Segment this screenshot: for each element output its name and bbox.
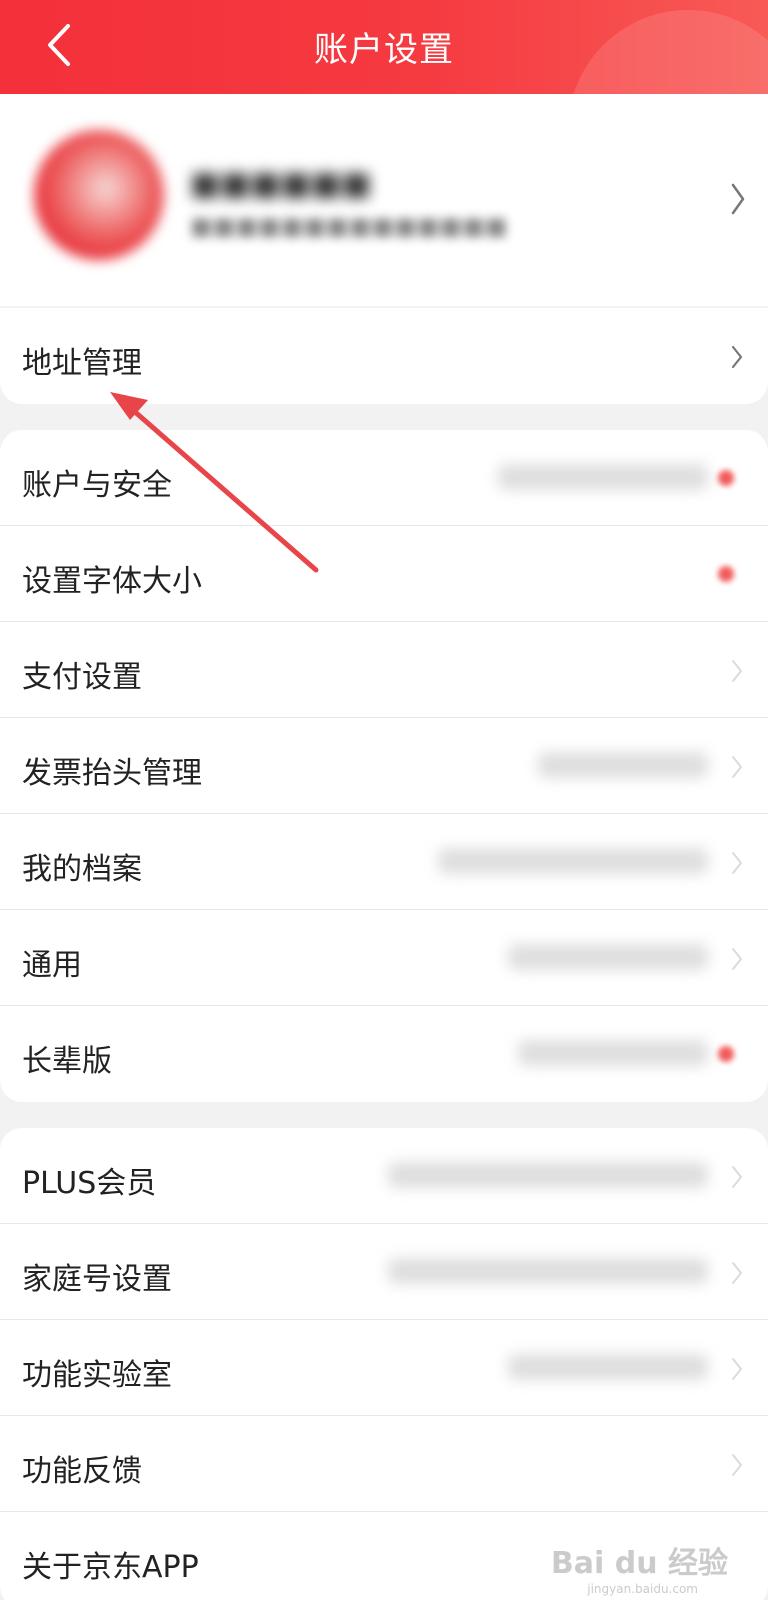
profile-card[interactable]: ■■■■■■ ■■■■■■■■■■■■■■ bbox=[0, 94, 768, 306]
settings-group-1: 账户与安全 设置字体大小 支付设置 发票抬头管理 我的档案 通用 长辈版 bbox=[0, 430, 768, 1102]
header-bar: 账户设置 bbox=[0, 0, 768, 94]
notification-dot bbox=[718, 1046, 734, 1062]
menu-item-label: PLUS会员 bbox=[22, 1166, 157, 1201]
menu-item-label: 地址管理 bbox=[22, 346, 142, 381]
menu-item-label: 家庭号设置 bbox=[22, 1262, 172, 1297]
menu-item-address[interactable]: 地址管理 bbox=[0, 308, 768, 404]
menu-item-label: 支付设置 bbox=[22, 660, 142, 695]
blurred-value bbox=[508, 944, 708, 970]
notification-dot bbox=[718, 470, 734, 486]
chevron-right-icon bbox=[732, 756, 743, 778]
blurred-value bbox=[508, 1354, 708, 1380]
menu-item-label: 长辈版 bbox=[22, 1044, 112, 1079]
blurred-value bbox=[388, 1258, 708, 1284]
menu-item-font-size[interactable]: 设置字体大小 bbox=[0, 526, 768, 622]
menu-item-label: 设置字体大小 bbox=[22, 564, 202, 599]
notification-dot bbox=[718, 566, 734, 582]
watermark-sub: jingyan.baidu.com bbox=[587, 1582, 698, 1596]
chevron-right-icon bbox=[731, 183, 745, 215]
chevron-right-icon bbox=[732, 1166, 743, 1188]
chevron-right-icon bbox=[732, 852, 743, 874]
watermark: Bai du 经验 bbox=[550, 1546, 728, 1581]
menu-item-feedback[interactable]: 功能反馈 bbox=[0, 1416, 768, 1512]
menu-item-general[interactable]: 通用 bbox=[0, 910, 768, 1006]
page-title: 账户设置 bbox=[314, 30, 454, 70]
menu-item-elder-mode[interactable]: 长辈版 bbox=[0, 1006, 768, 1102]
chevron-right-icon bbox=[732, 1262, 743, 1284]
profile-subtitle-blurred: ■■■■■■■■■■■■■■ bbox=[190, 212, 508, 240]
address-card: 地址管理 bbox=[0, 308, 768, 404]
menu-item-label: 通用 bbox=[22, 948, 82, 983]
chevron-right-icon bbox=[732, 660, 743, 682]
menu-item-label: 功能实验室 bbox=[22, 1358, 172, 1393]
menu-item-label: 功能反馈 bbox=[22, 1454, 142, 1489]
menu-item-profile-archive[interactable]: 我的档案 bbox=[0, 814, 768, 910]
menu-item-payment[interactable]: 支付设置 bbox=[0, 622, 768, 718]
profile-name-blurred: ■■■■■■ bbox=[190, 164, 372, 202]
blurred-value bbox=[438, 848, 708, 874]
blurred-value bbox=[498, 464, 708, 490]
chevron-right-icon bbox=[732, 948, 743, 970]
blurred-value bbox=[538, 752, 708, 778]
menu-item-label: 我的档案 bbox=[22, 852, 142, 887]
menu-item-family-account[interactable]: 家庭号设置 bbox=[0, 1224, 768, 1320]
menu-item-plus-member[interactable]: PLUS会员 bbox=[0, 1128, 768, 1224]
menu-item-label: 账户与安全 bbox=[22, 468, 172, 503]
menu-item-label: 发票抬头管理 bbox=[22, 756, 202, 791]
settings-group-2: PLUS会员 家庭号设置 功能实验室 功能反馈 关于京东APP bbox=[0, 1128, 768, 1600]
blurred-value bbox=[518, 1040, 708, 1066]
avatar bbox=[34, 130, 164, 260]
menu-item-account-security[interactable]: 账户与安全 bbox=[0, 430, 768, 526]
menu-item-feature-lab[interactable]: 功能实验室 bbox=[0, 1320, 768, 1416]
chevron-right-icon bbox=[732, 1454, 743, 1476]
menu-item-label: 关于京东APP bbox=[22, 1550, 199, 1585]
menu-item-invoice[interactable]: 发票抬头管理 bbox=[0, 718, 768, 814]
chevron-right-icon bbox=[732, 1358, 743, 1380]
chevron-right-icon bbox=[731, 345, 743, 369]
blurred-value bbox=[388, 1162, 708, 1188]
